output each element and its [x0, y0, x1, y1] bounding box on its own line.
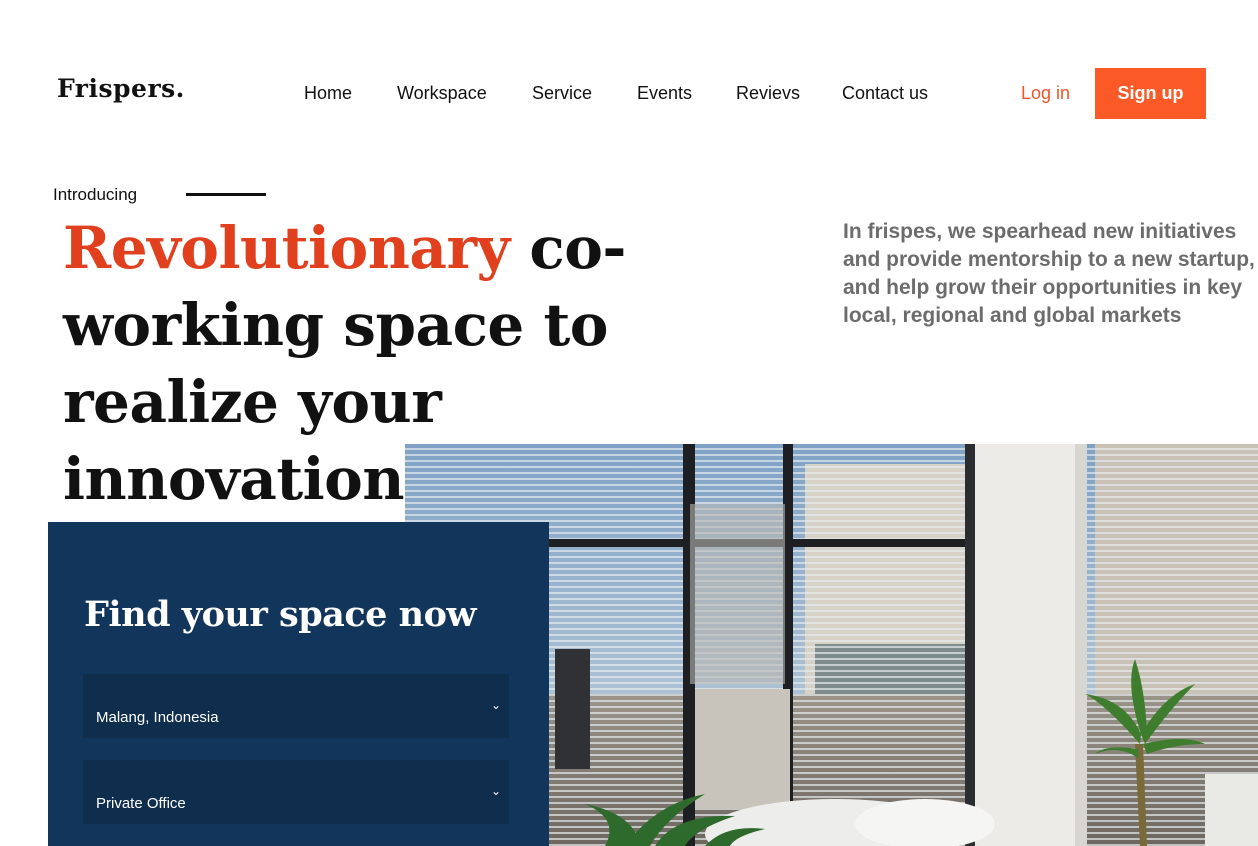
signup-button[interactable]: Sign up: [1095, 68, 1206, 119]
nav-service[interactable]: Service: [532, 83, 592, 104]
intro-label: Introducing: [53, 185, 138, 204]
chevron-down-icon: ⌄: [490, 698, 501, 712]
nav-events[interactable]: Events: [637, 83, 692, 104]
hero-description: In frispes, we spearhead new initiatives…: [843, 220, 1255, 327]
location-select-value: Malang, Indonesia: [96, 709, 219, 726]
find-space-title: Find your space now: [84, 594, 477, 635]
nav-contact-us[interactable]: Contact us: [842, 83, 928, 104]
nav-workspace[interactable]: Workspace: [397, 83, 487, 104]
chevron-down-icon: ⌄: [490, 784, 501, 798]
intro-divider: [186, 193, 266, 196]
location-select[interactable]: Malang, Indonesia ⌄: [83, 674, 509, 738]
space-type-select[interactable]: Private Office ⌄: [83, 760, 509, 824]
brand-logo[interactable]: Frispers.: [57, 74, 185, 103]
find-space-panel: Find your space now Malang, Indonesia ⌄ …: [48, 522, 549, 846]
headline-accent: Revolutionary: [63, 214, 510, 282]
nav-reviews[interactable]: Revievs: [736, 83, 800, 104]
nav-home[interactable]: Home: [304, 83, 352, 104]
space-type-select-value: Private Office: [96, 795, 186, 812]
login-link[interactable]: Log in: [1021, 83, 1070, 104]
